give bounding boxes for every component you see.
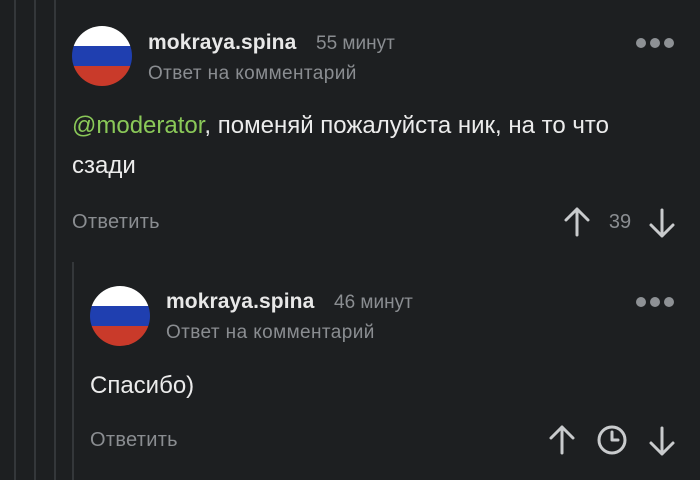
rating-value: 39 (608, 211, 632, 233)
comment-author[interactable]: mokraya.spina (166, 290, 314, 314)
comment-thread: mokraya.spina 55 минут Ответ на коммента… (0, 0, 700, 480)
reply-button[interactable]: Ответить (72, 211, 160, 234)
reply-button[interactable]: Ответить (90, 429, 178, 452)
arrow-down-icon[interactable] (648, 207, 676, 239)
reply-to-link[interactable]: Ответ на комментарий (148, 63, 357, 85)
comment-text-part: , поменяй пожалуйста ник, на то что (204, 112, 609, 139)
reply-to-link[interactable]: Ответ на комментарий (166, 322, 375, 344)
comment-author[interactable]: mokraya.spina (148, 31, 296, 55)
comment-time: 46 минут (334, 292, 413, 313)
more-dots-icon[interactable] (636, 296, 674, 308)
clock-icon (596, 424, 628, 456)
arrow-up-icon[interactable] (548, 424, 576, 456)
comment-text: @moderator, поменяй пожалуйста ник, на т… (72, 106, 672, 186)
avatar[interactable] (90, 286, 150, 346)
arrow-up-icon[interactable] (563, 206, 591, 238)
comment: mokraya.spina 55 минут Ответ на коммента… (0, 0, 700, 250)
comment-text-part: сзади (72, 152, 136, 179)
user-mention-link[interactable]: @moderator (72, 112, 204, 139)
comment-text: Спасибо) (90, 372, 195, 399)
comment-reply: mokraya.spina 46 минут Ответ на коммента… (0, 262, 700, 480)
avatar[interactable] (72, 26, 132, 86)
arrow-down-icon[interactable] (648, 425, 676, 457)
comment-time: 55 минут (316, 33, 395, 54)
more-dots-icon[interactable] (636, 37, 674, 49)
